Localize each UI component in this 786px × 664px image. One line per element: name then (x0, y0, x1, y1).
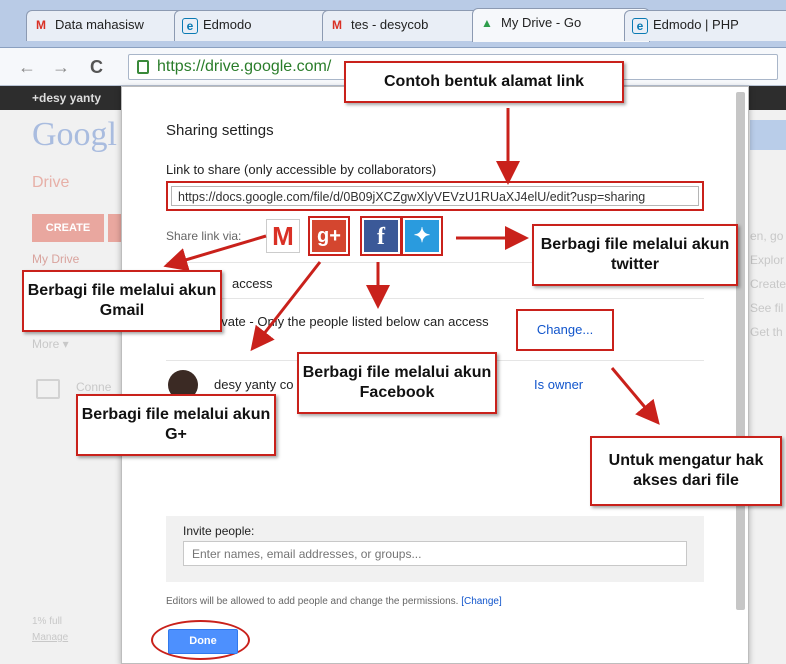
arrow-gplus (250, 261, 322, 352)
callout-facebook: Berbagi file melalui akun Facebook (297, 352, 497, 414)
callout-link-format: Contoh bentuk alamat link (344, 61, 624, 103)
callout-gplus: Berbagi file melalui akun G+ (76, 394, 276, 456)
callout-gmail: Berbagi file melalui akun Gmail (22, 270, 222, 332)
arrow-access (610, 367, 660, 425)
callout-twitter: Berbagi file melalui akun twitter (532, 224, 738, 286)
callout-access: Untuk mengatur hak akses dari file (590, 436, 782, 506)
arrow-gmail (163, 234, 267, 272)
